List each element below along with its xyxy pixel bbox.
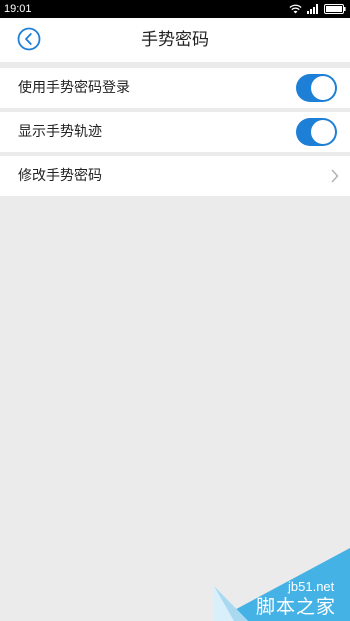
status-icons: [289, 3, 346, 15]
setting-row-show-track[interactable]: 显示手势轨迹: [0, 112, 350, 152]
setting-label: 使用手势密码登录: [18, 80, 130, 96]
toggle-knob: [311, 76, 335, 100]
setting-row-gesture-login[interactable]: 使用手势密码登录: [0, 68, 350, 108]
setting-row-modify-password[interactable]: 修改手势密码: [0, 156, 350, 196]
status-bar: 19:01: [0, 0, 350, 18]
back-button[interactable]: [17, 27, 41, 51]
chevron-right-icon: [330, 169, 340, 183]
watermark-name: 脚本之家: [256, 596, 337, 618]
watermark-site: jb51.net: [288, 579, 335, 594]
toggle-knob: [311, 120, 335, 144]
signal-icon: [307, 4, 319, 14]
title-bar: 手势密码: [0, 18, 350, 62]
battery-icon: [324, 4, 346, 14]
wifi-icon: [289, 4, 302, 14]
status-time: 19:01: [4, 3, 32, 15]
gesture-login-toggle[interactable]: [296, 74, 337, 102]
setting-label: 修改手势密码: [18, 168, 102, 184]
page-title: 手势密码: [141, 30, 209, 50]
back-circle-icon: [17, 27, 41, 51]
screen: 19:01 手势密码 使用手势密码登录 显示手势轨迹 修改手势密码 jb51.n…: [0, 0, 350, 621]
show-track-toggle[interactable]: [296, 118, 337, 146]
setting-label: 显示手势轨迹: [18, 124, 102, 140]
